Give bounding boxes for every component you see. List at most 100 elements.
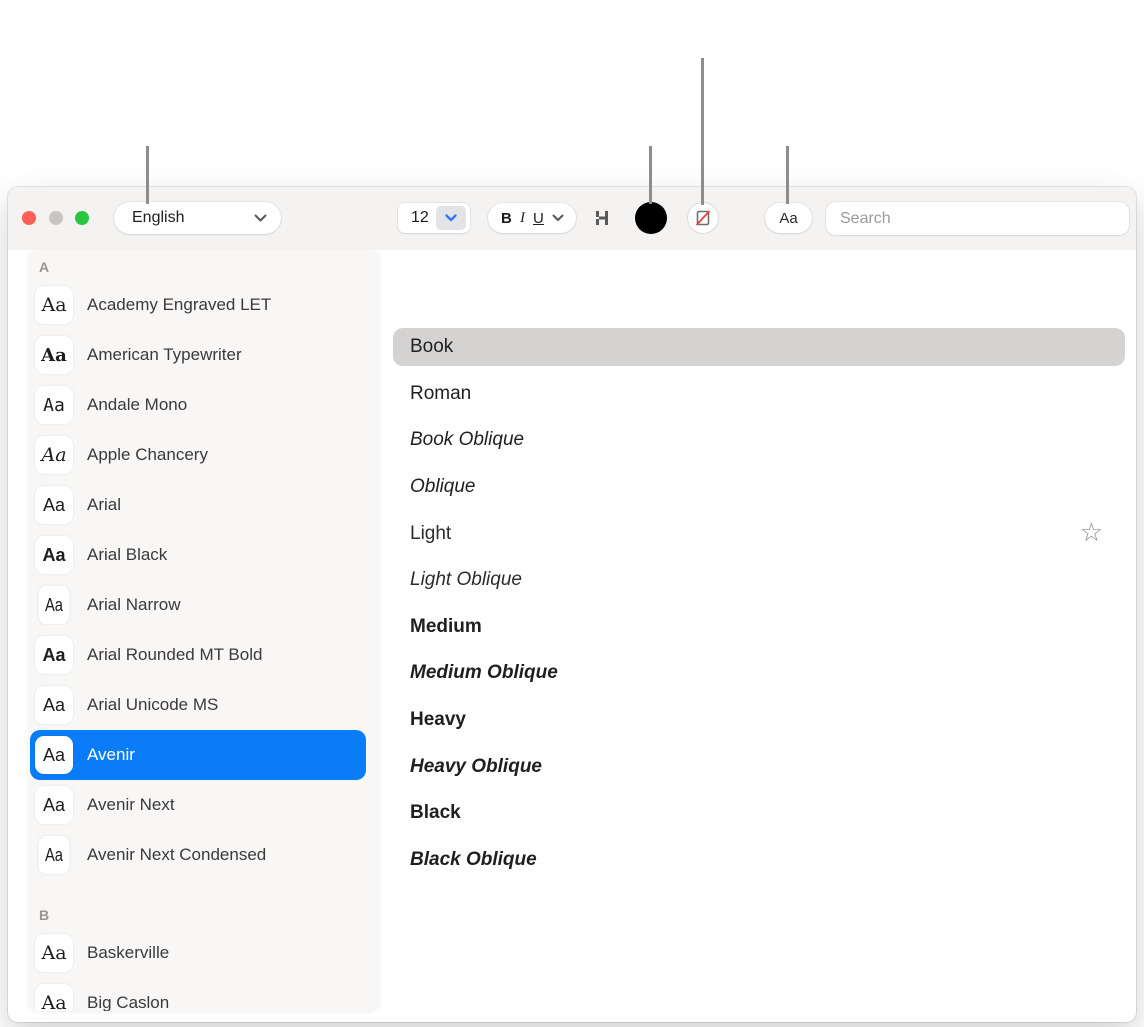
font-family-list: A Aa Academy Engraved LET Aa American Typewr… — [28, 250, 380, 1011]
font-family-name: Big Caslon — [87, 993, 169, 1011]
font-sample-tile: Aa — [38, 586, 69, 624]
font-family-name: Arial — [87, 495, 121, 515]
callout-line-case-button — [786, 146, 789, 204]
font-sample-tile: Aa — [35, 486, 73, 524]
section-header-a: A — [28, 254, 380, 280]
font-sample-tile: Aa — [38, 836, 69, 874]
font-family-row[interactable]: Aa Andale Mono — [30, 380, 366, 430]
h-icon — [594, 208, 612, 228]
typeface-style-row[interactable]: Heavy Oblique — [393, 743, 1125, 790]
callout-line-highlight-well — [701, 58, 704, 205]
font-family-row[interactable]: Aa Baskerville — [30, 928, 366, 978]
typeface-style-label: Medium Oblique — [410, 662, 558, 684]
font-size-value: 12 — [411, 209, 429, 227]
minimize-window-button[interactable] — [49, 211, 63, 225]
font-family-name: Avenir Next Condensed — [87, 845, 266, 865]
font-family-name: Avenir Next — [87, 795, 175, 815]
bold-italic-underline-popup[interactable]: B I U — [488, 203, 576, 233]
font-family-row[interactable]: Aa Avenir Next Condensed — [30, 830, 366, 880]
typeface-style-row[interactable]: Heavy — [393, 697, 1125, 744]
typeface-style-label: Heavy — [410, 709, 466, 731]
typeface-style-label: Heavy Oblique — [410, 756, 542, 778]
font-sample-tile: Aa — [35, 736, 73, 774]
font-family-name: American Typewriter — [87, 345, 242, 365]
font-family-name: Arial Narrow — [87, 595, 181, 615]
font-family-row[interactable]: Aa Arial Narrow — [30, 580, 366, 630]
typeface-style-row[interactable]: Book Oblique — [393, 417, 1125, 464]
font-family-row[interactable]: Aa American Typewriter — [30, 330, 366, 380]
typeface-style-row[interactable]: Oblique — [393, 464, 1125, 511]
typeface-style-row[interactable]: Light☆ — [393, 510, 1125, 557]
typeface-style-row[interactable]: Black — [393, 790, 1125, 837]
typeface-style-row[interactable]: Book — [393, 328, 1125, 366]
typeface-style-label: Light Oblique — [410, 569, 522, 591]
font-family-name: Avenir — [87, 745, 135, 765]
typeface-style-label: Black — [410, 802, 461, 824]
font-family-row[interactable]: Aa Avenir Next — [30, 780, 366, 830]
toolbar: English 12 B I U — [8, 187, 1136, 250]
language-popup-value: English — [132, 209, 184, 227]
font-family-row[interactable]: Aa Avenir — [30, 730, 366, 780]
typeface-styles-list: Book Roman Book Oblique Oblique Light☆ Light … — [393, 324, 1125, 883]
typeface-style-row[interactable]: Medium Oblique — [393, 650, 1125, 697]
favorite-star-icon[interactable]: ☆ — [1080, 520, 1103, 546]
text-color-well[interactable] — [635, 202, 667, 234]
font-family-row[interactable]: Aa Academy Engraved LET — [30, 280, 366, 330]
typeface-style-row[interactable]: Roman — [393, 371, 1125, 418]
chevron-down-icon — [254, 214, 267, 222]
font-family-name: Arial Rounded MT Bold — [87, 645, 262, 665]
highlight-color-well[interactable] — [687, 202, 719, 234]
underline-label: U — [533, 210, 544, 227]
font-sample-tile: Aa — [35, 686, 73, 724]
chevron-down-icon — [445, 214, 457, 222]
font-book-window: English 12 B I U — [8, 187, 1136, 1022]
typeface-style-label: Medium — [410, 616, 482, 638]
screenshot-stage: English 12 B I U — [0, 0, 1144, 1027]
callout-line-text-color-well — [649, 146, 652, 204]
callout-line-language-popup — [146, 146, 149, 204]
font-sample-tile: Aa — [35, 786, 73, 824]
font-sample-tile: Aa — [35, 536, 73, 574]
typeface-style-row[interactable]: Black Oblique — [393, 837, 1125, 884]
font-family-name: Baskerville — [87, 943, 169, 963]
font-sample-tile: Aa — [35, 336, 73, 374]
section-header-b: B — [28, 902, 380, 928]
typeface-style-row[interactable]: Medium — [393, 604, 1125, 651]
font-size-popup[interactable]: 12 — [398, 203, 470, 233]
typeface-style-label: Roman — [410, 383, 471, 405]
language-popup[interactable]: English — [114, 202, 281, 234]
font-family-row[interactable]: Aa Apple Chancery — [30, 430, 366, 480]
typeface-style-label: Book — [410, 336, 453, 358]
bold-label: B — [501, 210, 512, 227]
font-sample-tile: Aa — [35, 436, 73, 474]
format-h-button[interactable] — [586, 203, 620, 233]
chevron-down-icon — [552, 214, 564, 222]
font-family-name: Apple Chancery — [87, 445, 208, 465]
typeface-style-label: Book Oblique — [410, 429, 524, 451]
search-input[interactable] — [826, 202, 1129, 235]
zoom-window-button[interactable] — [75, 211, 89, 225]
font-family-row[interactable]: Aa Arial Black — [30, 530, 366, 580]
font-sample-tile: Aa — [35, 934, 73, 972]
font-family-row[interactable]: Aa Arial — [30, 480, 366, 530]
font-sample-tile: Aa — [35, 286, 73, 324]
font-family-row[interactable]: Aa Arial Unicode MS — [30, 680, 366, 730]
font-family-name: Arial Unicode MS — [87, 695, 218, 715]
case-options-label: Aa — [779, 210, 797, 227]
font-family-row[interactable]: Aa Big Caslon — [30, 978, 366, 1011]
font-sample-tile: Aa — [35, 386, 73, 424]
case-options-button[interactable]: Aa — [765, 203, 812, 233]
typeface-style-label: Oblique — [410, 476, 476, 498]
typeface-style-label: Black Oblique — [410, 849, 537, 871]
no-highlight-icon — [694, 209, 712, 227]
typeface-style-row[interactable]: Light Oblique — [393, 557, 1125, 604]
font-family-name: Andale Mono — [87, 395, 187, 415]
content-area: A Aa Academy Engraved LET Aa American Typewr… — [8, 250, 1136, 1022]
font-family-row[interactable]: Aa Arial Rounded MT Bold — [30, 630, 366, 680]
font-family-name: Arial Black — [87, 545, 167, 565]
font-sample-tile: Aa — [35, 636, 73, 674]
size-popup-chevron-box — [436, 206, 466, 230]
close-window-button[interactable] — [22, 211, 36, 225]
font-sample-tile: Aa — [35, 984, 73, 1011]
font-family-name: Academy Engraved LET — [87, 295, 271, 315]
